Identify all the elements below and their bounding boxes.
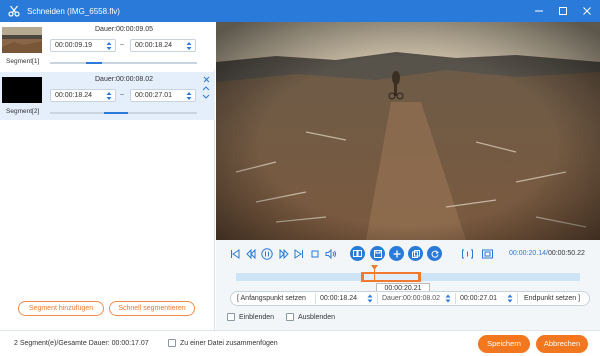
- skip-end-icon[interactable]: [292, 247, 306, 261]
- video-preview[interactable]: [216, 22, 600, 240]
- cancel-button[interactable]: Abbrechen: [536, 335, 588, 353]
- checkbox-box[interactable]: [227, 313, 235, 321]
- segment-end-value: 00:00:18.24: [135, 42, 172, 49]
- maximize-icon[interactable]: [556, 4, 570, 18]
- next-frame-icon[interactable]: [277, 247, 291, 261]
- jump-to-start-icon[interactable]: [460, 247, 474, 261]
- total-time: 00:00:50.22: [547, 250, 585, 257]
- spinner-icon[interactable]: [106, 91, 112, 101]
- trim-bar: [ Anfangspunkt setzen 00:00:18.24 Dauer:…: [230, 291, 590, 306]
- add-icon[interactable]: [389, 246, 404, 261]
- segment-end-value: 00:00:27.01: [135, 92, 172, 99]
- spinner-icon[interactable]: [445, 294, 451, 303]
- segment-end-field[interactable]: 00:00:18.24: [130, 39, 196, 52]
- segment-item-2[interactable]: Segment[2] Dauer:00:00:08.02 00:00:18.24…: [0, 72, 215, 120]
- selection-start-handle[interactable]: [361, 272, 364, 282]
- stop-icon[interactable]: [308, 247, 322, 261]
- copy-segment-icon[interactable]: [350, 246, 365, 261]
- spinner-icon[interactable]: [186, 91, 192, 101]
- segment-thumbnail: [2, 27, 42, 53]
- segment-duration: Dauer:00:00:08.02: [95, 76, 153, 83]
- player-controls: 00:00:20.14/00:00:50.22 00:00:20.21 [ An…: [216, 240, 600, 330]
- checkbox-box[interactable]: [168, 339, 176, 347]
- move-down-icon[interactable]: [201, 92, 211, 100]
- save-frame-icon[interactable]: [370, 246, 385, 261]
- fade-in-label: Einblenden: [239, 313, 275, 321]
- start-time-field[interactable]: 00:00:18.24: [315, 293, 375, 304]
- add-segment-button[interactable]: Segment hinzufügen: [18, 301, 104, 316]
- spinner-icon[interactable]: [367, 294, 373, 303]
- minimize-icon[interactable]: [532, 4, 546, 18]
- footer-bar: 2 Segment(e)/Gesamte Dauer: 00:00:17.07 …: [0, 330, 600, 356]
- reset-icon[interactable]: [427, 246, 442, 261]
- checkbox-box[interactable]: [286, 313, 294, 321]
- segment-start-field[interactable]: 00:00:09.19: [50, 39, 116, 52]
- playhead-marker-icon[interactable]: [371, 265, 378, 270]
- fade-out-checkbox[interactable]: Ausblenden: [286, 313, 335, 321]
- set-end-label: Endpunkt setzen: [524, 295, 577, 302]
- jump-to-end-icon[interactable]: [480, 247, 494, 261]
- range-dash: –: [120, 41, 124, 48]
- segment-duration: Dauer:00:00:09.05: [95, 26, 153, 33]
- segment-position-fill: [104, 112, 128, 114]
- save-button[interactable]: Speichern: [478, 335, 530, 353]
- segment-label: Segment[2]: [6, 108, 40, 115]
- previous-frame-icon[interactable]: [244, 247, 258, 261]
- segment-start-value: 00:00:09.19: [55, 42, 92, 49]
- segment-start-value: 00:00:18.24: [55, 92, 92, 99]
- move-up-icon[interactable]: [201, 84, 211, 92]
- selection-range[interactable]: [362, 272, 421, 282]
- volume-icon[interactable]: [324, 247, 338, 261]
- range-dash: –: [120, 91, 124, 98]
- duplicate-icon[interactable]: [408, 246, 423, 261]
- segment-position-bar: [50, 112, 197, 114]
- spinner-icon[interactable]: [507, 294, 513, 303]
- fast-split-button[interactable]: Schnell segmentieren: [109, 301, 195, 316]
- segment-position-fill: [86, 62, 102, 64]
- segment-thumbnail: [2, 77, 42, 103]
- segment-status: 2 Segment(e)/Gesamte Dauer: 00:00:17.07: [14, 340, 149, 347]
- segment-start-field[interactable]: 00:00:18.24: [50, 89, 116, 102]
- set-end-button[interactable]: Endpunkt setzen ]: [517, 293, 587, 304]
- segment-label: Segment[1]: [6, 58, 40, 65]
- duration-value: Dauer:00:00:08.02: [382, 295, 440, 302]
- spinner-icon[interactable]: [186, 41, 192, 51]
- segment-item-1[interactable]: Segment[1] Dauer:00:00:09.05 00:00:09.19…: [0, 22, 215, 70]
- set-start-label: Anfangspunkt setzen: [240, 295, 306, 302]
- end-time-field[interactable]: 00:00:27.01: [455, 293, 515, 304]
- segment-end-field[interactable]: 00:00:27.01: [130, 89, 196, 102]
- video-frame: [216, 22, 600, 240]
- fade-out-label: Ausblenden: [298, 313, 335, 321]
- spinner-icon[interactable]: [106, 41, 112, 51]
- timeline-track[interactable]: [236, 272, 580, 282]
- merge-label: Zu einer Datei zusammenfügen: [180, 339, 278, 347]
- window-title: Schneiden (IMG_6558.flv): [27, 6, 120, 16]
- fade-in-checkbox[interactable]: Einblenden: [227, 313, 274, 321]
- scissors-icon: [7, 4, 21, 18]
- merge-checkbox[interactable]: Zu einer Datei zusammenfügen: [168, 339, 278, 347]
- skip-start-icon[interactable]: [228, 247, 242, 261]
- time-readout: 00:00:20.14/00:00:50.22: [509, 250, 585, 257]
- start-time-value: 00:00:18.24: [320, 295, 357, 302]
- segment-list-panel: Segment[1] Dauer:00:00:09.05 00:00:09.19…: [0, 22, 215, 330]
- set-start-button[interactable]: [ Anfangspunkt setzen: [237, 293, 325, 304]
- duration-field: Dauer:00:00:08.02: [377, 293, 453, 304]
- selection-end-handle[interactable]: [418, 272, 421, 282]
- current-time: 00:00:20.14: [509, 250, 546, 257]
- pause-icon[interactable]: [260, 247, 274, 261]
- segment-position-bar: [50, 62, 197, 64]
- close-icon[interactable]: [580, 4, 594, 18]
- remove-segment-icon[interactable]: [201, 75, 211, 83]
- end-time-value: 00:00:27.01: [460, 295, 497, 302]
- title-bar: Schneiden (IMG_6558.flv): [0, 0, 600, 22]
